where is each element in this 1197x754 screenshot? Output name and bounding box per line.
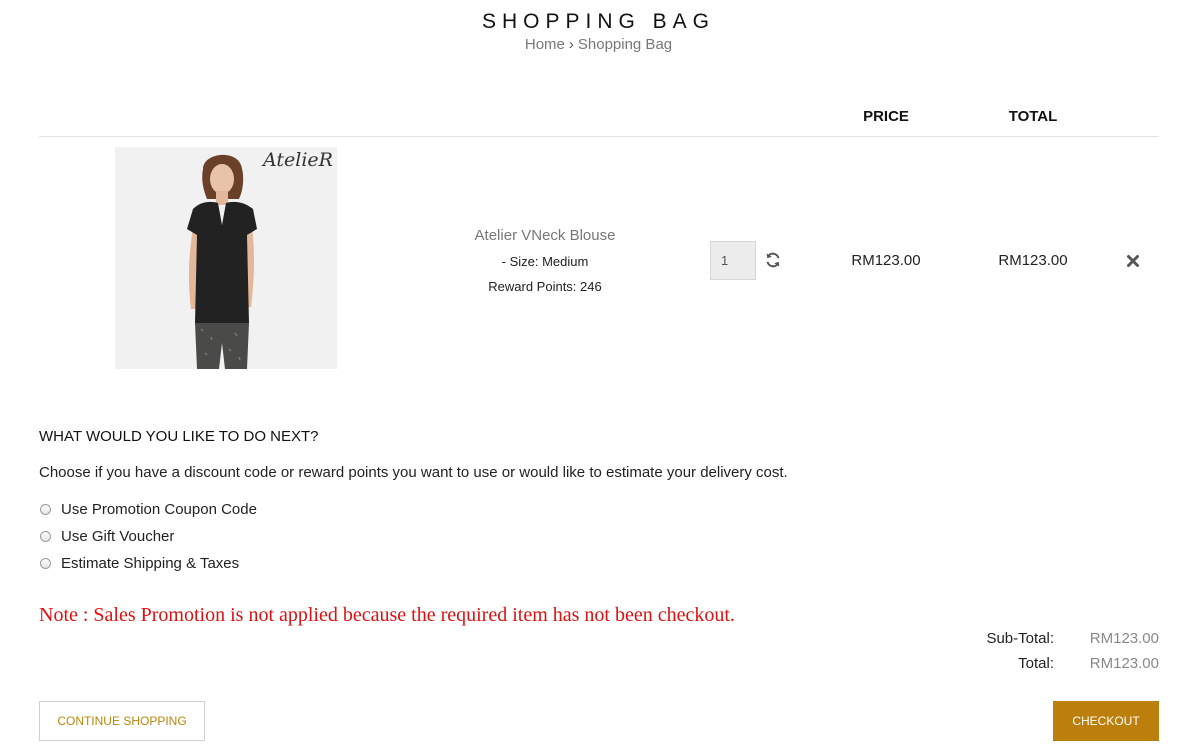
table-header-divider — [39, 136, 1159, 137]
reward-points: Reward Points: 246 — [488, 279, 602, 294]
total-label: Total: — [1018, 655, 1054, 672]
total-value: RM123.00 — [1089, 655, 1159, 672]
continue-shopping-button[interactable]: CONTINUE SHOPPING — [39, 701, 205, 741]
estimate-shipping-radio[interactable] — [40, 557, 51, 569]
product-image[interactable]: AtelieR — [115, 147, 337, 369]
unit-price: RM123.00 — [851, 252, 921, 269]
breadcrumb-home-link[interactable]: Home — [525, 36, 565, 53]
option-estimate-shipping[interactable]: Estimate Shipping & Taxes — [39, 553, 239, 573]
breadcrumb-separator: › — [568, 36, 574, 53]
line-total-price: RM123.00 — [998, 252, 1068, 269]
option-promotion-coupon[interactable]: Use Promotion Coupon Code — [39, 499, 257, 519]
page-title: SHOPPING BAG — [481, 10, 716, 33]
gift-voucher-label[interactable]: Use Gift Voucher — [61, 528, 174, 545]
next-steps-description: Choose if you have a discount code or re… — [39, 464, 788, 481]
promotion-coupon-radio[interactable] — [40, 503, 51, 515]
price-column-header: PRICE — [863, 108, 909, 125]
gift-voucher-radio[interactable] — [40, 530, 51, 542]
subtotal-label: Sub-Total: — [986, 630, 1054, 647]
subtotal-value: RM123.00 — [1089, 630, 1159, 647]
product-photo-illustration — [187, 154, 257, 369]
estimate-shipping-label[interactable]: Estimate Shipping & Taxes — [61, 555, 239, 572]
promotion-coupon-label[interactable]: Use Promotion Coupon Code — [61, 501, 257, 518]
image-brand-logo: AtelieR — [263, 149, 333, 171]
refresh-icon[interactable] — [764, 251, 782, 269]
close-icon[interactable] — [1126, 254, 1140, 268]
option-gift-voucher[interactable]: Use Gift Voucher — [39, 526, 174, 546]
product-name-link[interactable]: Atelier VNeck Blouse — [420, 227, 670, 244]
checkout-button[interactable]: CHECKOUT — [1053, 701, 1159, 741]
promotion-note: Note : Sales Promotion is not applied be… — [39, 604, 735, 626]
quantity-input[interactable] — [710, 241, 756, 280]
breadcrumb: Home › Shopping Bag — [0, 36, 1197, 53]
product-size-option: - Size: Medium — [501, 254, 589, 269]
total-column-header: TOTAL — [1008, 108, 1058, 125]
next-steps-heading: WHAT WOULD YOU LIKE TO DO NEXT? — [39, 428, 319, 445]
breadcrumb-current-link[interactable]: Shopping Bag — [578, 36, 672, 53]
